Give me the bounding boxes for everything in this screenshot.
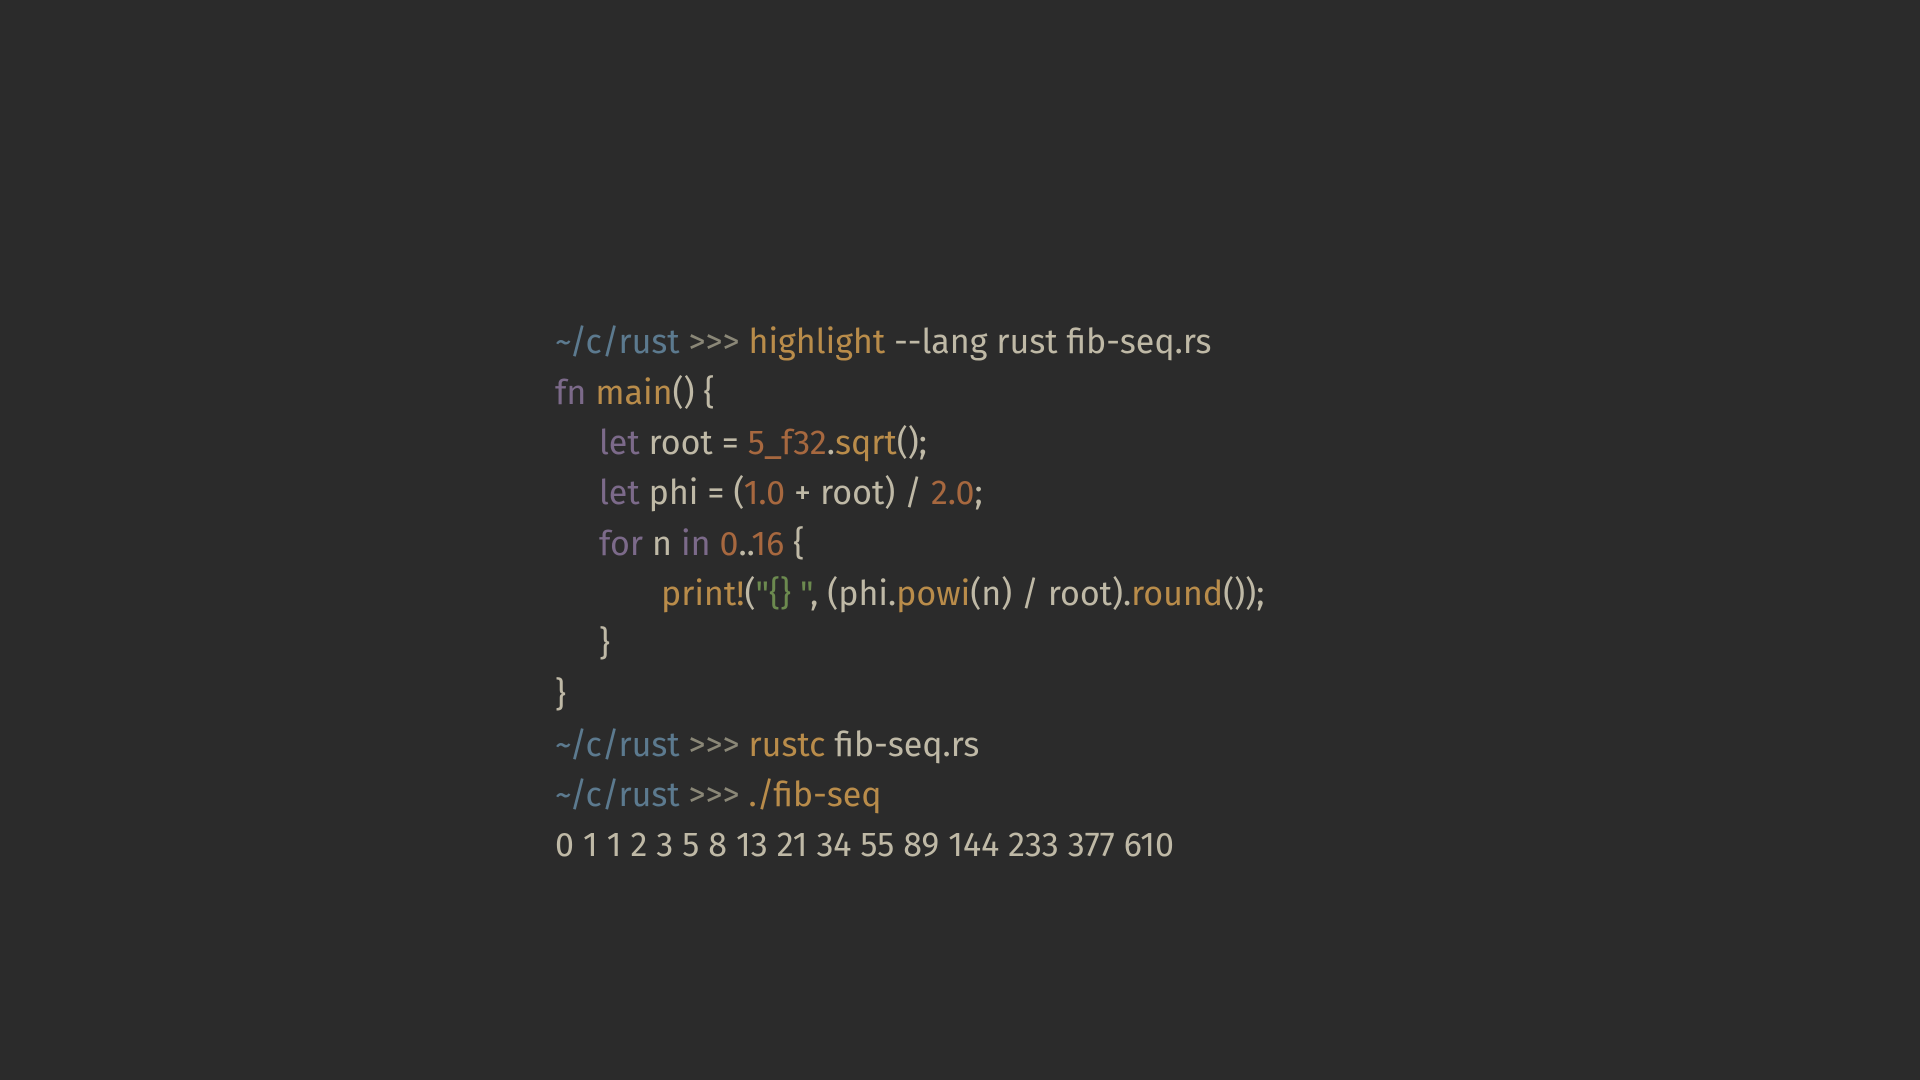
macro-print: print! (661, 574, 744, 615)
num-5f32: 5_f32 (748, 423, 827, 464)
punc (711, 524, 720, 565)
prompt-path: ~/c/rust (555, 775, 680, 816)
punc: ( (744, 574, 755, 615)
num-2-0: 2.0 (931, 473, 975, 514)
punc: () { (673, 373, 715, 414)
code-line-1: fn main() { (555, 373, 715, 414)
string-fmt: "{} " (755, 574, 810, 615)
code-line-3: let phi = (1.0 + root) / 2.0; (555, 469, 983, 519)
fn-round: round (1131, 574, 1223, 615)
ident-root: root (640, 423, 722, 464)
prompt-line-2: ~/c/rust >>> rustc fib-seq.rs (555, 725, 979, 766)
num-1-0: 1.0 (744, 473, 785, 514)
code-line-6: } (555, 620, 610, 670)
punc: ; (975, 473, 983, 514)
program-output: 0 1 1 2 3 5 8 13 21 34 55 89 144 233 377… (555, 825, 1174, 866)
command-highlight: highlight (749, 322, 886, 363)
prompt-path: ~/c/rust (555, 725, 680, 766)
prompt-line-3: ~/c/rust >>> ./fib-seq (555, 775, 882, 816)
code-line-2: let root = 5_f32.sqrt(); (555, 419, 927, 469)
kw-let: let (599, 473, 640, 514)
punc: = ( (707, 473, 743, 514)
command-run: ./fib-seq (749, 775, 882, 816)
punc: = (722, 423, 748, 464)
terminal-output: ~/c/rust >>> highlight --lang rust fib-s… (555, 268, 1264, 872)
punc: { (784, 524, 804, 565)
num-0: 0 (720, 524, 739, 565)
prompt-line-1: ~/c/rust >>> highlight --lang rust fib-s… (555, 322, 1211, 363)
punc: + root) / (785, 473, 931, 514)
prompt-path: ~/c/rust (555, 322, 680, 363)
punc: ()); (1223, 574, 1264, 615)
prompt-chevrons: >>> (689, 725, 740, 766)
punc-range: .. (739, 524, 752, 565)
fn-main: main (595, 373, 672, 414)
prompt-chevrons: >>> (689, 775, 740, 816)
punc: (); (897, 423, 927, 464)
code-line-5: print!("{} ", (phi.powi(n) / root).round… (555, 570, 1264, 620)
code-line-4: for n in 0..16 { (555, 520, 804, 570)
punc: (n) / root). (970, 574, 1131, 615)
num-16: 16 (751, 524, 784, 565)
command-args: --lang rust fib-seq.rs (885, 322, 1211, 363)
command-rustc: rustc (749, 725, 826, 766)
kw-let: let (599, 423, 640, 464)
fn-sqrt: sqrt (835, 423, 897, 464)
code-line-7: } (555, 675, 566, 716)
punc: , (phi. (810, 574, 896, 615)
kw-in: in (681, 524, 711, 565)
fn-powi: powi (896, 574, 970, 615)
punc: . (827, 423, 835, 464)
prompt-chevrons: >>> (689, 322, 740, 363)
kw-for: for (599, 524, 643, 565)
command-args: fib-seq.rs (825, 725, 979, 766)
kw-fn: fn (555, 373, 586, 414)
ident-n: n (643, 524, 681, 565)
ident-phi: phi (640, 473, 708, 514)
